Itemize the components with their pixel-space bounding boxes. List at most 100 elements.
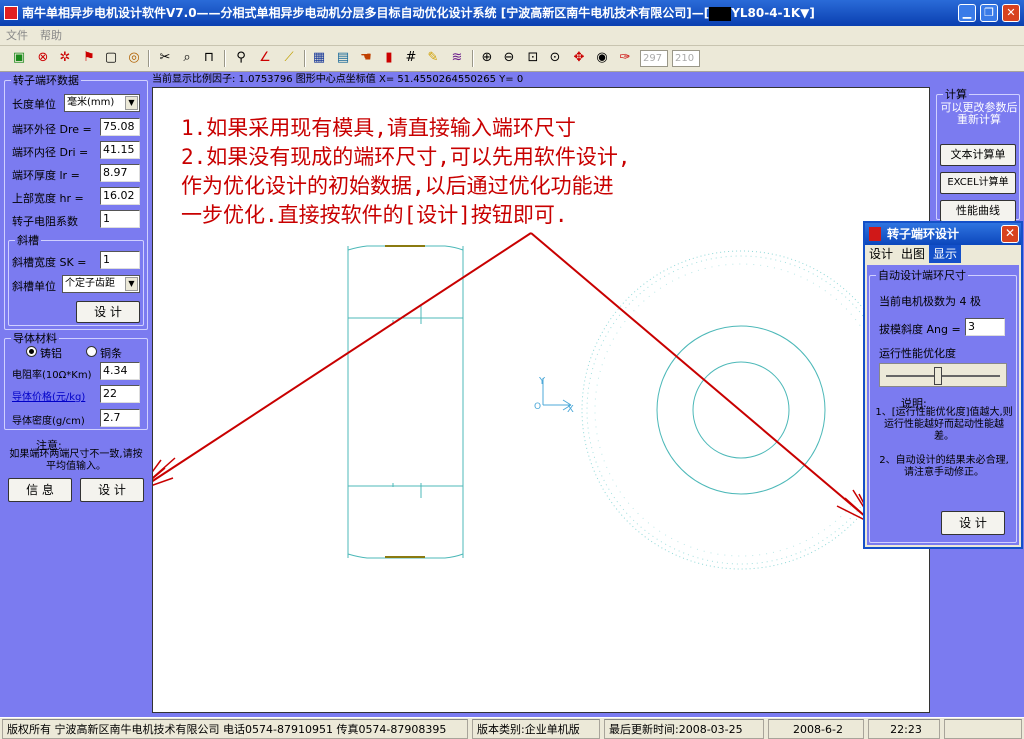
perf-curve-button[interactable]: 性能曲线 — [940, 200, 1016, 222]
pencil-icon[interactable]: ✎ — [424, 49, 442, 67]
paper-width-input[interactable]: 297 — [640, 50, 668, 67]
red-arrows — [153, 232, 874, 524]
status-edition: 版本类别:企业单机版 — [472, 719, 600, 739]
paper-height-input[interactable]: 210 — [672, 50, 700, 67]
book-icon[interactable]: ▤ — [334, 49, 352, 67]
skew-unit-value: 个定子齿距 — [65, 278, 115, 289]
stop-icon[interactable]: ⊗ — [34, 49, 52, 67]
rotor-resist-coef-input[interactable]: 1 — [100, 210, 140, 228]
hand-icon[interactable]: ☚ — [357, 49, 375, 67]
toolbar-separator — [224, 50, 226, 67]
conductor-density-input[interactable]: 2.7 — [100, 409, 140, 427]
skew-width-input[interactable]: 1 — [100, 251, 140, 269]
skew-design-button[interactable]: 设 计 — [76, 301, 140, 323]
rotor-resist-coef-label: 转子电阻系数 — [12, 215, 78, 228]
zoom-in-icon[interactable]: ⊕ — [478, 49, 496, 67]
probe-icon[interactable]: ⚲ — [232, 49, 250, 67]
status-bar: 版权所有 宁波高新区南牛电机技术有限公司 电话0574-87910951 传真0… — [0, 717, 1024, 739]
annotation-line-4: 一步优化.直接按软件的[设计]按钮即可. — [181, 203, 568, 227]
line-icon[interactable]: ⟋ — [280, 49, 298, 67]
calculator-icon[interactable]: ▦ — [310, 49, 328, 67]
pan-icon[interactable]: ✥ — [570, 49, 588, 67]
pen-icon[interactable]: ✑ — [616, 49, 634, 67]
conductor-price-link[interactable]: 导体价格(元/kg) — [12, 388, 85, 403]
dialog-title: 转子端环设计 — [887, 227, 960, 241]
info-button[interactable]: 信 息 — [8, 478, 72, 502]
status-spare — [944, 719, 1022, 739]
cast-aluminum-radio[interactable] — [26, 346, 37, 357]
zoom-fit-icon[interactable]: ◉ — [593, 49, 611, 67]
tab-drawing[interactable]: 出图 — [897, 245, 929, 263]
minimize-button[interactable]: ▁ — [958, 4, 976, 22]
angle-icon[interactable]: ∠ — [256, 49, 274, 67]
length-unit-value: 毫米(mm) — [67, 97, 115, 108]
hr-input[interactable]: 16.02 — [100, 187, 140, 205]
toolbar-separator — [148, 50, 150, 67]
flag-icon[interactable]: ⚑ — [80, 49, 98, 67]
status-updated: 最后更新时间:2008-03-25 — [604, 719, 764, 739]
dri-label: 端环内径 Dri = — [12, 146, 89, 159]
design-button[interactable]: 设 计 — [80, 478, 144, 502]
axis-y-label: Y — [539, 376, 546, 387]
menu-help[interactable]: 帮助 — [34, 26, 68, 46]
zoom-all-icon[interactable]: ⊙ — [546, 49, 564, 67]
conductor-density-label: 导体密度(g/cm) — [12, 416, 85, 427]
dialog-body: 自动设计端环尺寸 当前电机极数为 4 极 拔模斜度 Ang = 3 运行性能优化… — [867, 265, 1019, 545]
grid-icon[interactable]: # — [402, 49, 420, 67]
chevron-down-icon: ▼ — [125, 96, 138, 110]
calc-group-title: 计算 — [945, 88, 967, 101]
graph-icon[interactable]: ≋ — [448, 49, 466, 67]
tab-display[interactable]: 显示 — [929, 245, 962, 263]
window-title-model: YL80-4-1K▼] — [731, 6, 815, 20]
explain-text-2: 2、自动设计的结果未必合理,请注意手动修正。 — [879, 455, 1009, 478]
status-copyright: 版权所有 宁波高新区南牛电机技术有限公司 电话0574-87910951 传真0… — [2, 719, 468, 739]
dialog-close-button[interactable]: ✕ — [1001, 225, 1019, 243]
excel-calc-button[interactable]: EXCEL计算单 — [940, 172, 1016, 194]
menu-bar: 文件 帮助 — [0, 26, 1024, 46]
scale-info: 当前显示比例因子: 1.0753796 图形中心点坐标值 X= 51.45502… — [152, 74, 524, 85]
target-icon[interactable]: ◎ — [125, 49, 143, 67]
drawing-canvas[interactable]: Y O X 1.如果采用现有模具,请直接输入端环尺寸 2.如果没有现成的端环尺寸… — [152, 87, 930, 713]
pole-count-text: 当前电机极数为 4 极 — [879, 295, 981, 308]
toolbar-separator — [304, 50, 306, 67]
conductor-price-input[interactable]: 22 — [100, 385, 140, 403]
slider-track — [886, 375, 1000, 377]
tab-design[interactable]: 设计 — [865, 245, 897, 263]
chart-icon[interactable]: ▮ — [380, 49, 398, 67]
flag-icon — [869, 227, 881, 241]
copper-bar-radio[interactable] — [86, 346, 97, 357]
restore-button[interactable]: ❐ — [980, 4, 998, 22]
dialog-design-button[interactable]: 设 计 — [941, 511, 1005, 535]
material-group-title: 导体材料 — [13, 332, 57, 345]
close-button[interactable]: ✕ — [1002, 4, 1020, 22]
end-ring-section — [347, 245, 464, 559]
optimize-degree-slider[interactable] — [879, 363, 1007, 387]
frame-icon[interactable]: ⊓ — [200, 49, 218, 67]
scissors-icon[interactable]: ✂ — [156, 49, 174, 67]
end-ring-design-dialog: 转子端环设计 ✕ 设计 出图 显示 自动设计端环尺寸 当前电机极数为 4 极 拔模斜… — [863, 221, 1023, 549]
gear-icon[interactable]: ✲ — [56, 49, 74, 67]
dre-input[interactable]: 75.08 — [100, 118, 140, 136]
axis-x-label: X — [567, 404, 574, 415]
zoom-out-icon[interactable]: ⊖ — [500, 49, 518, 67]
window-icon[interactable]: ▢ — [102, 49, 120, 67]
toolbar: ▣ ⊗ ✲ ⚑ ▢ ◎ ✂ ⌕ ⊓ ⚲ ∠ ⟋ ▦ ▤ ☚ ▮ # ✎ ≋ ⊕ … — [0, 46, 1024, 72]
slider-thumb[interactable] — [934, 367, 942, 385]
length-unit-select[interactable]: 毫米(mm) ▼ — [64, 94, 140, 112]
lr-input[interactable]: 8.97 — [100, 164, 140, 182]
lasso-icon[interactable]: ⌕ — [178, 49, 196, 67]
resistivity-input[interactable]: 4.34 — [100, 362, 140, 380]
dialog-tabs: 设计 出图 显示 — [865, 245, 1021, 263]
toolbar-separator — [472, 50, 474, 67]
rotor-ring-group-title: 转子端环数据 — [13, 74, 79, 87]
dri-input[interactable]: 41.15 — [100, 141, 140, 159]
text-calc-button[interactable]: 文本计算单 — [940, 144, 1016, 166]
title-bar: 南牛单相异步电机设计软件V7.0——分相式单相异步电动机分层多目标自动优化设计系… — [0, 0, 1024, 26]
draft-angle-input[interactable]: 3 — [965, 318, 1005, 336]
menu-file[interactable]: 文件 — [0, 26, 34, 46]
redacted-block — [709, 6, 732, 21]
skew-unit-select[interactable]: 个定子齿距 ▼ — [62, 275, 140, 293]
dre-label: 端环外径 Dre = — [12, 123, 92, 136]
zoom-window-icon[interactable]: ⊡ — [524, 49, 542, 67]
open-icon[interactable]: ▣ — [10, 49, 28, 67]
